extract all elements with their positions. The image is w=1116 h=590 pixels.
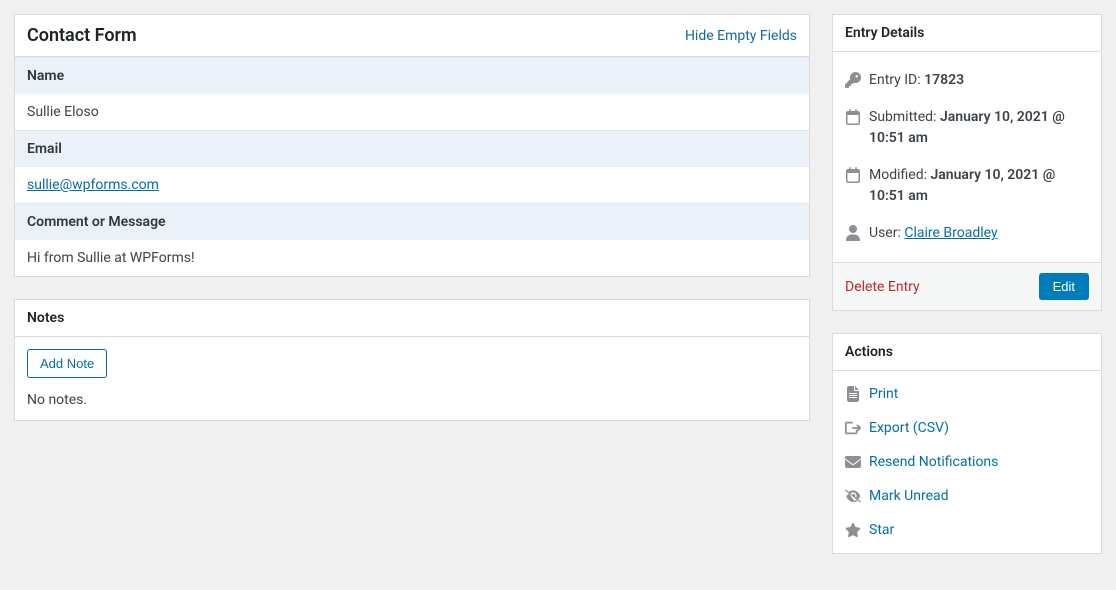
no-notes-text: No notes.: [27, 392, 797, 408]
email-link[interactable]: sullie@wpforms.com: [27, 177, 159, 193]
entry-id-row: Entry ID: 17823: [845, 62, 1089, 99]
field-email-value: sullie@wpforms.com: [15, 167, 809, 203]
actions-header: Actions: [833, 334, 1101, 371]
entry-details-header: Entry Details: [833, 15, 1101, 52]
export-icon: [845, 420, 861, 436]
edit-button[interactable]: Edit: [1039, 273, 1089, 300]
entry-details-panel: Entry Details Entry ID: 17823 Su: [832, 14, 1102, 311]
submitted-text: Submitted: January 10, 2021 @ 10:51 am: [869, 107, 1089, 149]
notes-panel: Notes Add Note No notes.: [14, 299, 810, 421]
envelope-icon: [845, 454, 861, 470]
contact-form-header: Contact Form Hide Empty Fields: [15, 15, 809, 57]
eye-slash-icon: [845, 488, 861, 504]
hide-empty-fields-link[interactable]: Hide Empty Fields: [685, 28, 797, 44]
field-name-label: Name: [15, 57, 809, 94]
calendar-icon: [845, 167, 861, 183]
field-name-value: Sullie Eloso: [15, 94, 809, 130]
field-comment-value: Hi from Sullie at WPForms!: [15, 240, 809, 276]
submitted-row: Submitted: January 10, 2021 @ 10:51 am: [845, 99, 1089, 157]
print-icon: [845, 386, 861, 402]
contact-form-panel: Contact Form Hide Empty Fields Name Sull…: [14, 14, 810, 277]
calendar-icon: [845, 109, 861, 125]
actions-title: Actions: [845, 344, 893, 360]
contact-form-title: Contact Form: [27, 25, 137, 46]
key-icon: [845, 72, 861, 88]
entry-details-title: Entry Details: [845, 25, 924, 41]
user-text: User: Claire Broadley: [869, 223, 998, 244]
action-print-row: Print: [845, 377, 1089, 411]
star-link[interactable]: Star: [869, 522, 894, 538]
entry-details-footer: Delete Entry Edit: [833, 262, 1101, 310]
field-comment-label: Comment or Message: [15, 203, 809, 240]
notes-header: Notes: [15, 300, 809, 337]
action-resend-row: Resend Notifications: [845, 445, 1089, 479]
print-link[interactable]: Print: [869, 386, 898, 402]
actions-panel: Actions Print Export (CSV): [832, 333, 1102, 554]
notes-title: Notes: [27, 310, 64, 326]
mark-unread-link[interactable]: Mark Unread: [869, 488, 949, 504]
action-unread-row: Mark Unread: [845, 479, 1089, 513]
user-link[interactable]: Claire Broadley: [904, 225, 997, 241]
user-icon: [845, 225, 861, 241]
resend-link[interactable]: Resend Notifications: [869, 454, 998, 470]
modified-text: Modified: January 10, 2021 @ 10:51 am: [869, 165, 1089, 207]
delete-entry-link[interactable]: Delete Entry: [845, 279, 920, 295]
star-icon: [845, 522, 861, 538]
entry-id-text: Entry ID: 17823: [869, 70, 964, 91]
user-row: User: Claire Broadley: [845, 215, 1089, 252]
modified-row: Modified: January 10, 2021 @ 10:51 am: [845, 157, 1089, 215]
add-note-button[interactable]: Add Note: [27, 349, 107, 378]
action-star-row: Star: [845, 513, 1089, 547]
field-email-label: Email: [15, 130, 809, 167]
export-link[interactable]: Export (CSV): [869, 420, 949, 436]
action-export-row: Export (CSV): [845, 411, 1089, 445]
